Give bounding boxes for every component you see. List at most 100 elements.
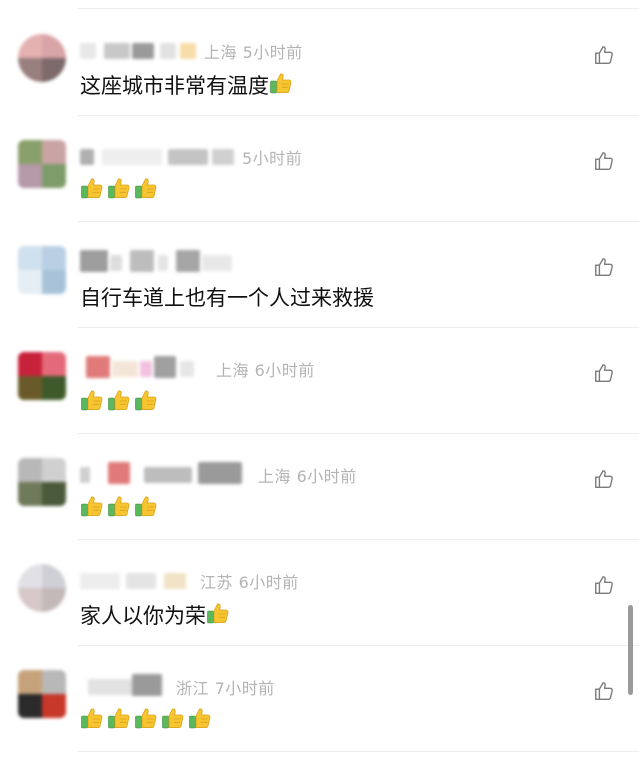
thumbs-up-emoji [80,706,104,730]
like-icon[interactable] [593,680,615,702]
thumbs-up-emoji [269,71,293,95]
avatar-block [18,670,42,694]
comment-item: 上海 6小时前 [0,328,639,434]
avatar-block [42,458,66,482]
thumbs-up-emoji [80,176,104,200]
comment-item: 江苏 6小时前 家人以你为荣 [0,540,639,646]
avatar[interactable] [18,458,66,506]
avatar-block [42,352,66,376]
comment-meta: 上海 5小时前 [80,40,303,62]
comment-text [80,494,161,523]
location-time: 上海 6小时前 [216,361,315,380]
blurred-username[interactable] [80,462,252,486]
like-icon[interactable] [593,256,615,278]
like-icon[interactable] [593,150,615,172]
thumbs-up-emoji [107,388,131,412]
avatar-block [42,140,66,164]
comment-text: 家人以你为荣 [80,600,233,630]
comment-item: 上海 6小时前 [0,434,639,540]
thumbs-up-emoji-row [269,71,296,100]
comment-meta: 浙江 7小时前 [80,674,275,698]
comment-item: 5小时前 [0,116,639,222]
blurred-username[interactable] [80,40,198,62]
avatar-block [18,246,42,270]
avatar[interactable] [18,34,66,82]
like-icon[interactable] [593,44,615,66]
thumbs-up-emoji [161,706,185,730]
comment-text: 这座城市非常有温度 [80,70,296,100]
avatar[interactable] [18,246,66,294]
comment-text [80,176,161,205]
avatar[interactable] [18,352,66,400]
thumbs-up-emoji [134,176,158,200]
avatar-block [18,164,42,188]
avatar-block [18,140,42,164]
scrollbar[interactable] [628,605,633,695]
avatar[interactable] [18,564,66,612]
blurred-username[interactable] [80,674,170,698]
comment-meta: 上海 6小时前 [80,356,315,380]
thumbs-up-emoji [134,706,158,730]
avatar-block [42,164,66,188]
comment-meta: 江苏 6小时前 [80,570,299,592]
avatar-block [18,694,42,718]
location-time: 上海 5小时前 [204,43,303,62]
comment-text: 自行车道上也有一个人过来救援 [80,282,374,312]
avatar-block [42,246,66,270]
avatar-block [42,270,66,294]
avatar[interactable] [18,670,66,718]
avatar-block [42,564,66,588]
blurred-username[interactable] [80,356,210,380]
avatar[interactable] [18,140,66,188]
comment-text [80,706,215,735]
avatar-block [42,58,66,82]
avatar-block [18,482,42,506]
like-icon[interactable] [593,362,615,384]
thumbs-up-emoji [107,176,131,200]
comment-item: 上海 5小时前 这座城市非常有温度 [0,10,639,116]
thumbs-up-emoji-row [80,176,161,205]
avatar-block [18,270,42,294]
top-divider [78,8,639,9]
comment-text-body: 自行车道上也有一个人过来救援 [80,286,374,310]
thumbs-up-emoji [80,388,104,412]
like-icon[interactable] [593,468,615,490]
avatar-block [42,694,66,718]
blurred-username[interactable] [80,250,240,274]
thumbs-up-emoji [107,706,131,730]
blurred-username[interactable] [80,570,194,592]
thumbs-up-emoji-row [206,601,233,630]
avatar-block [42,482,66,506]
comment-text [80,388,161,417]
location-time: 上海 6小时前 [258,467,357,486]
thumbs-up-emoji [80,494,104,518]
avatar-block [18,352,42,376]
blurred-username[interactable] [80,146,236,168]
comment-text-body: 这座城市非常有温度 [80,74,269,98]
like-icon[interactable] [593,574,615,596]
thumbs-up-emoji [188,706,212,730]
thumbs-up-emoji [206,601,230,625]
avatar-block [42,376,66,400]
location-time: 浙江 7小时前 [176,679,275,698]
thumbs-up-emoji-row [80,706,215,735]
avatar-block [18,458,42,482]
avatar-block [18,588,42,612]
time: 5小时前 [242,149,303,168]
thumbs-up-emoji [134,388,158,412]
thumbs-up-emoji [107,494,131,518]
avatar-block [42,34,66,58]
location-time: 江苏 6小时前 [200,573,299,592]
avatar-block [42,670,66,694]
comment-item: 自行车道上也有一个人过来救援 [0,222,639,328]
comment-item: 浙江 7小时前 [0,646,639,752]
thumbs-up-emoji-row [80,494,161,523]
avatar-block [18,564,42,588]
divider [78,751,639,752]
comment-meta: 上海 6小时前 [80,462,357,486]
avatar-block [18,58,42,82]
avatar-block [18,34,42,58]
thumbs-up-emoji-row [80,388,161,417]
avatar-block [42,588,66,612]
avatar-block [18,376,42,400]
